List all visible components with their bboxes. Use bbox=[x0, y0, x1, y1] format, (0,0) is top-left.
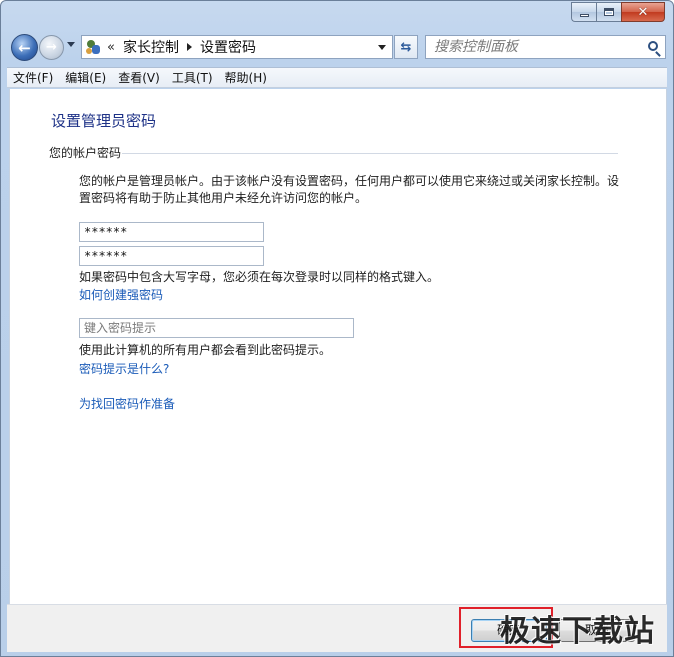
breadcrumb-set-password[interactable]: 设置密码 bbox=[200, 37, 256, 57]
watermark-logo: 极速下载站 bbox=[500, 614, 655, 649]
maximize-icon bbox=[604, 8, 614, 16]
menu-view[interactable]: 查看(V) bbox=[112, 69, 166, 86]
maximize-button[interactable] bbox=[596, 2, 621, 22]
password-hint-field[interactable] bbox=[79, 318, 354, 338]
minimize-button[interactable] bbox=[571, 2, 596, 22]
refresh-icon: ⇆ bbox=[400, 39, 412, 55]
recent-pages-dropdown[interactable] bbox=[67, 42, 75, 47]
case-sensitivity-note: 如果密码中包含大写字母，您必须在每次登录时以同样的格式键入。 bbox=[79, 270, 440, 284]
breadcrumb-parental-controls[interactable]: 家长控制 bbox=[123, 37, 179, 57]
search-box[interactable] bbox=[425, 35, 666, 59]
caption-buttons: ✕ bbox=[571, 2, 665, 22]
menu-bar: 文件(F) 编辑(E) 查看(V) 工具(T) 帮助(H) bbox=[7, 67, 667, 88]
refresh-button[interactable]: ⇆ bbox=[394, 35, 418, 59]
forward-button[interactable]: → bbox=[39, 35, 64, 60]
close-button[interactable]: ✕ bbox=[621, 2, 665, 22]
forward-arrow-icon: → bbox=[46, 40, 57, 55]
address-bar[interactable]: « 家长控制 设置密码 bbox=[81, 35, 393, 59]
breadcrumb-separator-icon[interactable] bbox=[186, 43, 192, 51]
account-description: 您的帐户是管理员帐户。由于该帐户没有设置密码，任何用户都可以使用它来绕过或关闭家… bbox=[79, 174, 620, 205]
search-icon[interactable] bbox=[648, 41, 658, 51]
back-arrow-icon: ← bbox=[18, 38, 31, 57]
close-icon: ✕ bbox=[637, 4, 649, 20]
hint-visibility-note: 使用此计算机的所有用户都会看到此密码提示。 bbox=[79, 343, 332, 357]
group-label-account-password: 您的帐户密码 bbox=[49, 146, 122, 160]
content-pane: 设置管理员密码 您的帐户密码 您的帐户是管理员帐户。由于该帐户没有设置密码，任何… bbox=[9, 89, 667, 604]
recover-password-link[interactable]: 为找回密码作准备 bbox=[79, 395, 175, 412]
menu-tools[interactable]: 工具(T) bbox=[166, 69, 219, 86]
what-is-hint-link[interactable]: 密码提示是什么? bbox=[79, 360, 169, 377]
parental-controls-icon bbox=[85, 39, 101, 55]
new-password-field[interactable] bbox=[79, 222, 264, 242]
back-button[interactable]: ← bbox=[11, 34, 38, 61]
strong-password-link[interactable]: 如何创建强密码 bbox=[79, 286, 163, 303]
minimize-icon bbox=[579, 13, 589, 17]
menu-help[interactable]: 帮助(H) bbox=[219, 69, 273, 86]
search-input[interactable] bbox=[426, 36, 636, 58]
menu-edit[interactable]: 编辑(E) bbox=[59, 69, 112, 86]
menu-file[interactable]: 文件(F) bbox=[7, 69, 59, 86]
page-title: 设置管理员密码 bbox=[51, 112, 157, 130]
window-frame: ✕ ← → « 家长控制 设置密码 ⇆ 文件(F) 编辑(E) 查看(V) 工具… bbox=[0, 0, 674, 657]
address-dropdown-icon[interactable] bbox=[378, 45, 386, 50]
group-divider bbox=[122, 153, 618, 154]
confirm-password-field[interactable] bbox=[79, 246, 264, 266]
address-overflow-chevron[interactable]: « bbox=[107, 40, 115, 55]
